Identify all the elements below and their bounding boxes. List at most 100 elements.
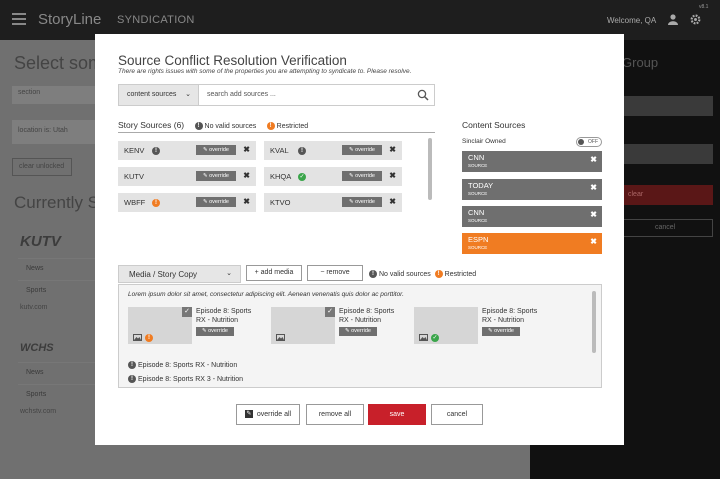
override-button[interactable]: ✎ override xyxy=(196,145,236,155)
bg-station1-url: kutv.com xyxy=(20,304,48,311)
legend-restricted: ! Restricted xyxy=(266,122,308,131)
story-copy-text: Lorem ipsum dolor sit amet, consectetur … xyxy=(128,291,404,298)
search-icon[interactable] xyxy=(417,89,429,101)
source-card[interactable]: KTVO ✎ override ✖ xyxy=(264,193,402,212)
conflict-resolution-modal: Source Conflict Resolution Verification … xyxy=(95,34,624,445)
source-name: KUTV xyxy=(124,172,145,181)
content-source-card[interactable]: ESPN SOURCE ✖ xyxy=(462,233,602,254)
scrollbar[interactable] xyxy=(428,138,432,200)
override-button[interactable]: ✎ override xyxy=(342,197,382,207)
check-icon: ✓ xyxy=(298,173,306,182)
source-search-bar: content sources ⌄ search add sources ... xyxy=(118,84,435,106)
close-icon[interactable]: ✖ xyxy=(389,171,396,180)
source-card[interactable]: KVAL ! ✎ override ✖ xyxy=(264,141,402,160)
source-card[interactable]: KHQA ✓ ✎ override ✖ xyxy=(264,167,402,186)
remove-all-button[interactable]: remove all xyxy=(306,404,364,425)
user-icon[interactable] xyxy=(668,14,678,25)
media-legend: ! No valid sources ! Restricted xyxy=(369,270,476,278)
override-button[interactable]: ✎ override xyxy=(342,171,382,181)
media-card[interactable]: ✓ Episode 8: Sports RX - Nutrition ✎ ove… xyxy=(414,307,546,345)
override-button[interactable]: ✎ override xyxy=(482,327,520,336)
section-title: SYNDICATION xyxy=(117,14,195,26)
checkbox-checked[interactable]: ✓ xyxy=(182,307,192,317)
remove-button[interactable]: − remove xyxy=(307,265,363,281)
source-card[interactable]: KUTV ✎ override ✖ xyxy=(118,167,256,186)
close-icon[interactable]: ✖ xyxy=(389,145,396,154)
media-card[interactable]: ✓ ! Episode 8: Sports RX - Nutrition ✎ o… xyxy=(128,307,260,345)
media-panel: Lorem ipsum dolor sit amet, consectetur … xyxy=(118,284,602,388)
warning-icon: ! xyxy=(434,270,443,278)
welcome-text: Welcome, QA xyxy=(607,16,657,25)
info-icon: ! xyxy=(128,375,136,383)
source-card[interactable]: KENV ! ✎ override ✖ xyxy=(118,141,256,160)
dropdown-label: content sources xyxy=(127,91,177,98)
close-icon[interactable]: ✖ xyxy=(590,210,597,219)
source-card[interactable]: WBFF ! ✎ override ✖ xyxy=(118,193,256,212)
search-input[interactable]: search add sources ... xyxy=(207,91,276,98)
content-source-card[interactable]: CNN SOURCE ✖ xyxy=(462,206,602,227)
media-title: Episode 8: Sports RX - Nutrition xyxy=(482,308,538,324)
brand-logo: StoryLine xyxy=(38,11,102,28)
checkbox-checked[interactable]: ✓ xyxy=(325,307,335,317)
media-title: Episode 8: Sports RX - Nutrition xyxy=(196,308,252,324)
content-source-card[interactable]: TODAY SOURCE ✖ xyxy=(462,179,602,200)
media-card[interactable]: ✓ Episode 8: Sports RX - Nutrition ✎ ove… xyxy=(271,307,403,345)
bg-station1-item: News xyxy=(18,258,98,280)
override-button[interactable]: ✎ override xyxy=(339,327,377,336)
source-name: KTVO xyxy=(270,198,291,207)
warning-icon: ! xyxy=(266,122,275,131)
info-icon: ! xyxy=(194,122,203,131)
bg-section-field: section xyxy=(12,86,95,104)
scrollbar[interactable] xyxy=(592,291,596,353)
media-list-item: ! Episode 8: Sports RX 3 - Nutrition xyxy=(128,375,243,383)
bg-clear-unlocked: clear unlocked xyxy=(12,158,72,176)
source-name: KHQA xyxy=(270,172,292,181)
close-icon[interactable]: ✖ xyxy=(590,155,597,164)
cancel-button[interactable]: cancel xyxy=(431,404,483,425)
modal-title: Source Conflict Resolution Verification xyxy=(118,53,347,68)
close-icon[interactable]: ✖ xyxy=(590,237,597,246)
bg-station1-item: Sports xyxy=(18,280,98,302)
story-sources-title: Story Sources (6) xyxy=(118,120,185,130)
hamburger-menu-icon[interactable] xyxy=(12,13,26,25)
content-sources-dropdown[interactable]: content sources ⌄ xyxy=(119,85,199,105)
bg-kutv-logo: KUTV xyxy=(20,233,61,250)
pencil-icon: ✎ xyxy=(244,410,253,419)
close-icon[interactable]: ✖ xyxy=(243,145,250,154)
media-story-copy-dropdown[interactable]: Media / Story Copy ⌄ xyxy=(118,265,241,283)
modal-subtitle: There are rights issues with some of the… xyxy=(118,68,412,75)
sinclair-owned-label: Sinclair Owned xyxy=(462,138,506,145)
close-icon[interactable]: ✖ xyxy=(243,171,250,180)
close-icon[interactable]: ✖ xyxy=(243,197,250,206)
sinclair-owned-toggle[interactable]: OFF xyxy=(576,137,602,147)
close-icon[interactable]: ✖ xyxy=(389,197,396,206)
info-icon: ! xyxy=(369,270,377,278)
check-icon: ✓ xyxy=(431,333,439,342)
save-button[interactable]: save xyxy=(368,404,426,425)
image-icon xyxy=(133,334,142,341)
override-button[interactable]: ✎ override xyxy=(196,197,236,207)
bg-heading: Select som xyxy=(14,53,104,73)
info-icon: ! xyxy=(152,147,160,156)
bg-currently-heading: Currently S xyxy=(14,193,100,212)
source-name: KENV xyxy=(124,146,145,155)
gear-icon[interactable] xyxy=(690,14,701,25)
bg-station2-item: News xyxy=(18,362,98,384)
info-icon: ! xyxy=(298,147,306,156)
image-icon xyxy=(276,334,285,341)
override-button[interactable]: ✎ override xyxy=(342,145,382,155)
content-source-card[interactable]: CNN SOURCE ✖ xyxy=(462,151,602,172)
chevron-down-icon: ⌄ xyxy=(226,270,232,277)
bg-location-field: location is: Utah xyxy=(12,120,95,144)
warning-icon: ! xyxy=(152,199,160,208)
close-icon[interactable]: ✖ xyxy=(590,183,597,192)
override-all-button[interactable]: ✎ override all xyxy=(236,404,300,425)
add-media-button[interactable]: + add media xyxy=(246,265,302,281)
content-sources-title: Content Sources xyxy=(462,120,526,130)
override-button[interactable]: ✎ override xyxy=(196,327,234,336)
bg-wchs-logo: WCHS xyxy=(20,342,54,354)
override-button[interactable]: ✎ override xyxy=(196,171,236,181)
source-name: WBFF xyxy=(124,198,146,207)
version-label: v8.1 xyxy=(699,4,709,10)
source-name: KVAL xyxy=(270,146,289,155)
